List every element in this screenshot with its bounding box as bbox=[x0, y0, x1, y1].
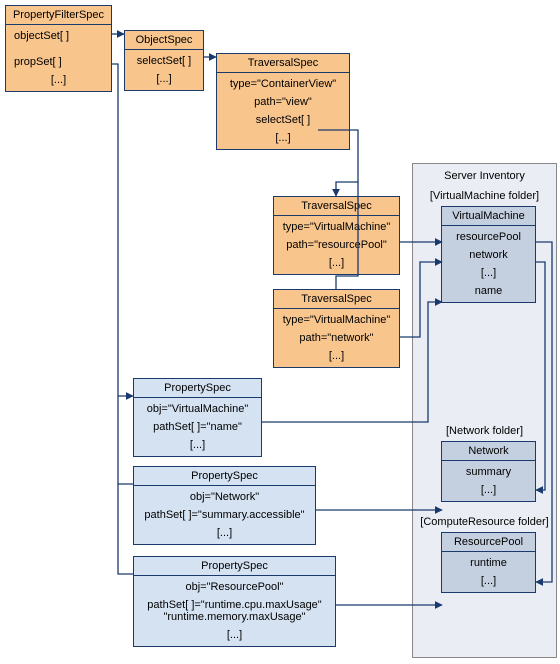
box-title: VirtualMachine bbox=[442, 207, 535, 226]
row-type: type="VirtualMachine" bbox=[274, 311, 399, 329]
box-title: Network bbox=[442, 442, 535, 461]
row-etc: [...] bbox=[134, 626, 335, 644]
row-pathset: pathSet[ ]="name" bbox=[134, 418, 261, 436]
traversal-spec-1: TraversalSpec type="ContainerView" path=… bbox=[216, 53, 350, 150]
compute-resource-folder-label: [ComputeResource folder] bbox=[413, 512, 556, 532]
server-inventory-panel: Server Inventory [VirtualMachine folder]… bbox=[412, 163, 557, 658]
row-etc: [...] bbox=[125, 70, 203, 88]
row-objectset: objectSet[ ] bbox=[6, 27, 111, 45]
row-etc: [...] bbox=[6, 71, 111, 89]
row-etc: [...] bbox=[442, 264, 535, 282]
traversal-spec-2: TraversalSpec type="VirtualMachine" path… bbox=[273, 196, 400, 275]
row-etc: [...] bbox=[217, 129, 349, 147]
panel-title: Server Inventory bbox=[413, 164, 556, 186]
row-obj: obj="VirtualMachine" bbox=[134, 400, 261, 418]
traversal-spec-3: TraversalSpec type="VirtualMachine" path… bbox=[273, 289, 400, 368]
box-title: TraversalSpec bbox=[217, 54, 349, 73]
row-pathset: pathSet[ ]="summary.accessible" bbox=[134, 506, 315, 524]
box-title: ResourcePool bbox=[442, 533, 535, 552]
row-selectset: selectSet[ ] bbox=[125, 52, 203, 70]
property-filter-spec: PropertyFilterSpec objectSet[ ] propSet[… bbox=[5, 5, 112, 92]
property-spec-3: PropertySpec obj="ResourcePool" pathSet[… bbox=[133, 556, 336, 647]
virtual-machine-box: VirtualMachine resourcePool network [...… bbox=[441, 206, 536, 303]
row-resourcepool: resourcePool bbox=[442, 228, 535, 246]
property-spec-2: PropertySpec obj="Network" pathSet[ ]="s… bbox=[133, 466, 316, 545]
row-selectset: selectSet[ ] bbox=[217, 111, 349, 129]
row-obj: obj="Network" bbox=[134, 488, 315, 506]
network-folder-label: [Network folder] bbox=[413, 421, 556, 441]
row-propset: propSet[ ] bbox=[6, 53, 111, 71]
row-etc: [...] bbox=[274, 347, 399, 365]
row-type: type="ContainerView" bbox=[217, 75, 349, 93]
row-etc: [...] bbox=[442, 572, 535, 590]
row-etc: [...] bbox=[134, 436, 261, 454]
box-title: PropertySpec bbox=[134, 557, 335, 576]
box-title: ObjectSpec bbox=[125, 31, 203, 50]
row-path: path="network" bbox=[274, 329, 399, 347]
row-path: path="resourcePool" bbox=[274, 236, 399, 254]
box-title: TraversalSpec bbox=[274, 290, 399, 309]
object-spec: ObjectSpec selectSet[ ] [...] bbox=[124, 30, 204, 91]
row-runtime: runtime bbox=[442, 554, 535, 572]
row-summary: summary bbox=[442, 463, 535, 481]
row-network: network bbox=[442, 246, 535, 264]
property-spec-1: PropertySpec obj="VirtualMachine" pathSe… bbox=[133, 378, 262, 457]
row-pathset: pathSet[ ]="runtime.cpu.maxUsage" "runti… bbox=[134, 596, 335, 626]
resource-pool-box: ResourcePool runtime [...] bbox=[441, 532, 536, 593]
row-etc: [...] bbox=[442, 481, 535, 499]
box-title: PropertySpec bbox=[134, 467, 315, 486]
box-title: PropertyFilterSpec bbox=[6, 6, 111, 25]
row-etc: [...] bbox=[274, 254, 399, 272]
row-type: type="VirtualMachine" bbox=[274, 218, 399, 236]
box-title: TraversalSpec bbox=[274, 197, 399, 216]
vm-folder-label: [VirtualMachine folder] bbox=[413, 186, 556, 206]
row-path: path="view" bbox=[217, 93, 349, 111]
row-etc: [...] bbox=[134, 524, 315, 542]
row-obj: obj="ResourcePool" bbox=[134, 578, 335, 596]
network-box: Network summary [...] bbox=[441, 441, 536, 502]
row-name: name bbox=[442, 282, 535, 300]
box-title: PropertySpec bbox=[134, 379, 261, 398]
